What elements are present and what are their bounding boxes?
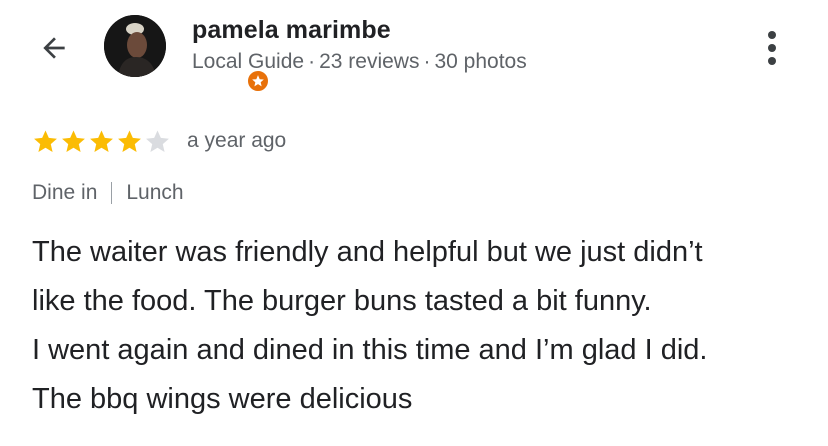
review-text-line: I went again and dined in this time and …	[32, 334, 708, 366]
visit-tags: Dine in Lunch	[32, 181, 184, 205]
back-button[interactable]	[32, 26, 76, 70]
author-photo-count: 30 photos	[434, 50, 527, 73]
tag-lunch: Lunch	[126, 181, 184, 204]
tag-divider	[111, 182, 113, 204]
arrow-left-icon	[43, 37, 65, 59]
meta-separator: ·	[423, 50, 431, 73]
rating-row: a year ago	[32, 126, 286, 156]
more-vertical-icon-dot	[768, 57, 776, 65]
author-name[interactable]: pamela marimbe	[192, 16, 391, 45]
review-text: The waiter was friendly and helpful but …	[32, 228, 812, 424]
star-filled-icon	[34, 129, 57, 152]
star-empty-icon	[146, 129, 169, 152]
author-meta: Local Guide · 23 reviews · 30 photos	[192, 50, 527, 74]
avatar[interactable]	[104, 15, 270, 93]
review-text-line: like the food. The burger buns tasted a …	[32, 285, 652, 317]
star-filled-icon	[90, 129, 113, 152]
tag-dine-in: Dine in	[32, 181, 98, 204]
more-vertical-icon	[768, 31, 776, 39]
review-text-line: The bbq wings were delicious	[32, 383, 413, 415]
author-role: Local Guide	[192, 50, 305, 73]
more-vertical-icon-dot	[768, 44, 776, 52]
avatar-photo	[104, 15, 166, 77]
star-filled-icon	[62, 129, 85, 152]
author-review-count: 23 reviews	[319, 50, 420, 73]
review-text-line: The waiter was friendly and helpful but …	[32, 236, 703, 268]
review-detail-page: pamela marimbe Local Guide · 23 reviews · 30…	[0, 0, 828, 446]
meta-separator: ·	[308, 50, 316, 73]
more-options-button[interactable]	[752, 24, 792, 72]
star-filled-icon	[118, 129, 141, 152]
star-rating	[32, 128, 171, 155]
review-time: a year ago	[187, 129, 287, 152]
review-header: pamela marimbe Local Guide · 23 reviews · 30…	[0, 0, 828, 100]
star-icon	[252, 75, 264, 87]
